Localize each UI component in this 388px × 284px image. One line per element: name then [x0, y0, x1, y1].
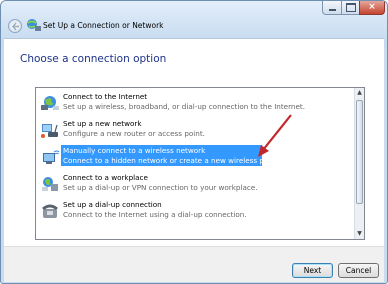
- maximize-button[interactable]: [341, 1, 360, 15]
- telephone-icon: [42, 204, 58, 218]
- maximize-icon: [345, 3, 356, 12]
- content-area: Choose a connection option Connect to th…: [4, 38, 384, 246]
- option-title: Set up a new network: [63, 119, 142, 128]
- option-dialup[interactable]: Set up a dial-up connection Connect to t…: [38, 199, 354, 223]
- router-icon: [41, 124, 58, 138]
- option-title: Connect to the Internet: [63, 92, 148, 101]
- connection-options-list[interactable]: Connect to the Internet Set up a wireles…: [35, 87, 365, 240]
- option-title: Set up a dial-up connection: [63, 200, 162, 209]
- button-bar: Next Cancel: [4, 246, 384, 282]
- close-button[interactable]: ×: [359, 1, 385, 15]
- option-description: Connect to a hidden network or create a …: [63, 156, 285, 165]
- scroll-up-arrow-icon[interactable]: ▲: [355, 88, 364, 98]
- scrollbar-thumb[interactable]: [356, 100, 363, 204]
- option-title: Manually connect to a wireless network: [63, 146, 206, 155]
- option-manual-wireless[interactable]: Manually connect to a wireless network C…: [38, 145, 354, 169]
- option-description: Configure a new router or access point.: [63, 129, 205, 138]
- globe-network-icon: [41, 96, 59, 110]
- wireless-computer-icon: [43, 150, 60, 164]
- scroll-down-arrow-icon[interactable]: ▼: [355, 229, 364, 239]
- dialog-window: × Set Up a Connection or Network Choose …: [0, 0, 388, 284]
- workplace-network-icon: [42, 177, 58, 191]
- option-title: Connect to a workplace: [63, 173, 148, 182]
- network-setup-icon: [27, 19, 41, 31]
- option-new-network[interactable]: Set up a new network Configure a new rou…: [38, 118, 354, 142]
- window-title: Set Up a Connection or Network: [43, 21, 164, 30]
- vertical-scrollbar[interactable]: ▲ ▼: [354, 88, 364, 239]
- option-description: Connect to the Internet using a dial-up …: [63, 210, 247, 219]
- option-description: Set up a wireless, broadband, or dial-up…: [63, 102, 306, 111]
- back-button[interactable]: [8, 19, 22, 33]
- page-heading: Choose a connection option: [20, 53, 167, 65]
- option-connect-internet[interactable]: Connect to the Internet Set up a wireles…: [38, 91, 354, 115]
- next-button[interactable]: Next: [292, 263, 333, 278]
- minimize-button[interactable]: [322, 1, 342, 15]
- option-description: Set up a dial-up or VPN connection to yo…: [63, 183, 258, 192]
- annotation-arrow-icon: [258, 114, 292, 157]
- option-workplace[interactable]: Connect to a workplace Set up a dial-up …: [38, 172, 354, 196]
- close-icon: ×: [368, 2, 376, 12]
- minimize-icon: [328, 9, 336, 11]
- cancel-button[interactable]: Cancel: [338, 263, 379, 278]
- back-arrow-icon: [12, 22, 19, 31]
